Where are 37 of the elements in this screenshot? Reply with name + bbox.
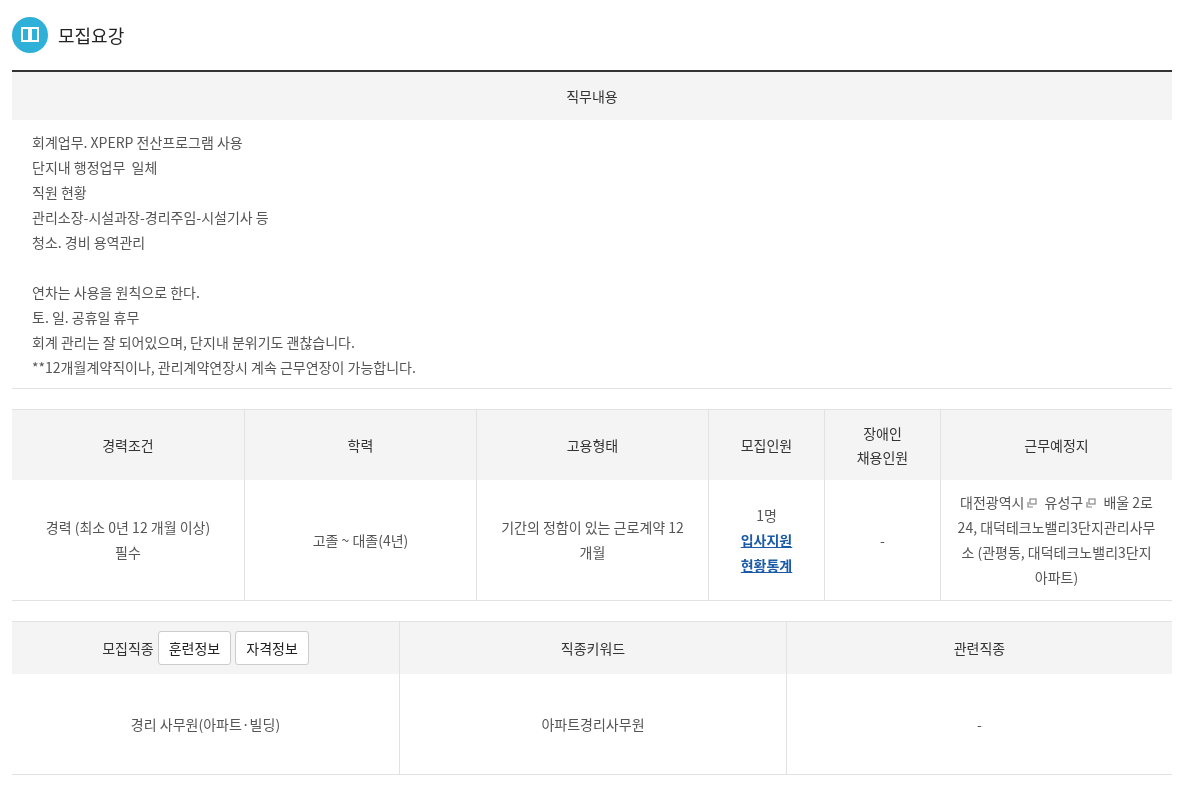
table-cell: 아파트경리사무원 (399, 674, 786, 774)
duty-text: 단지내 행정업무 일체 (32, 156, 159, 179)
table-cell: - (786, 674, 1172, 774)
column-header: 학력 (244, 410, 476, 480)
column-header: 모집직종 (102, 637, 154, 660)
info-button[interactable]: 자격정보 (235, 631, 309, 665)
table-cell-text: 경리 사무원(아파트·빌딩) (129, 712, 282, 736)
table-cell: 기간의 정함이 있는 근로계약 12 개월 (476, 480, 708, 600)
statistics-link[interactable]: 입사지원 현황통계 (735, 527, 798, 578)
column-header: 근무예정지 (940, 410, 1172, 480)
table-cell: 고졸 ~ 대졸(4년) (244, 480, 476, 600)
location-link[interactable]: 유성구 (1044, 492, 1084, 512)
duty-text: 회계 관리는 잘 되어있으며, 단지내 분위기도 괜찮습니다. (32, 331, 356, 354)
column-header: 관련직종 (786, 622, 1172, 674)
duty-text: **12개월계약직이나, 관리계약연장시 계속 근무연장이 가능합니다. (32, 356, 417, 379)
duty-text: 직원 현황 (32, 181, 88, 204)
new-window-icon[interactable] (1086, 498, 1097, 508)
book-icon (12, 17, 48, 53)
duty-text: 회계업무. XPERP 전산프로그램 사용 (32, 131, 244, 154)
duty-text: 관리소장-시설과장-경리주임-시설기사 등 (32, 206, 270, 229)
table-cell: - (824, 480, 940, 600)
new-window-icon[interactable] (1027, 498, 1038, 508)
headcount-text: 1명 (756, 503, 777, 527)
section-title: 모집요강 (58, 22, 125, 48)
duty-text: 연차는 사용을 원칙으로 한다. (32, 281, 201, 304)
column-header: 고용형태 (476, 410, 708, 480)
duty-text: 청소. 경비 용역관리 (32, 231, 147, 254)
location-link[interactable]: 대전광역시 (960, 492, 1025, 512)
column-header: 직종키워드 (399, 622, 786, 674)
column-header: 경력조건 (12, 410, 244, 480)
duty-text: 토. 일. 공휴일 휴무 (32, 306, 141, 329)
column-header: 장애인 채용인원 (824, 410, 940, 480)
location-text: 대전광역시 유성구 배울 2로 24, 대덕테크노밸리3단지관리사무소 (관평동, 대덕테크노밸리3단지아파트) (957, 491, 1156, 589)
table-cell-text: 경력 (최소 0년 12 개월 이상) 필수 (44, 516, 212, 564)
table-header: 직무내용 (12, 72, 1172, 120)
info-button[interactable]: 훈련정보 (157, 631, 232, 665)
column-header: 모집인원 (708, 410, 824, 480)
